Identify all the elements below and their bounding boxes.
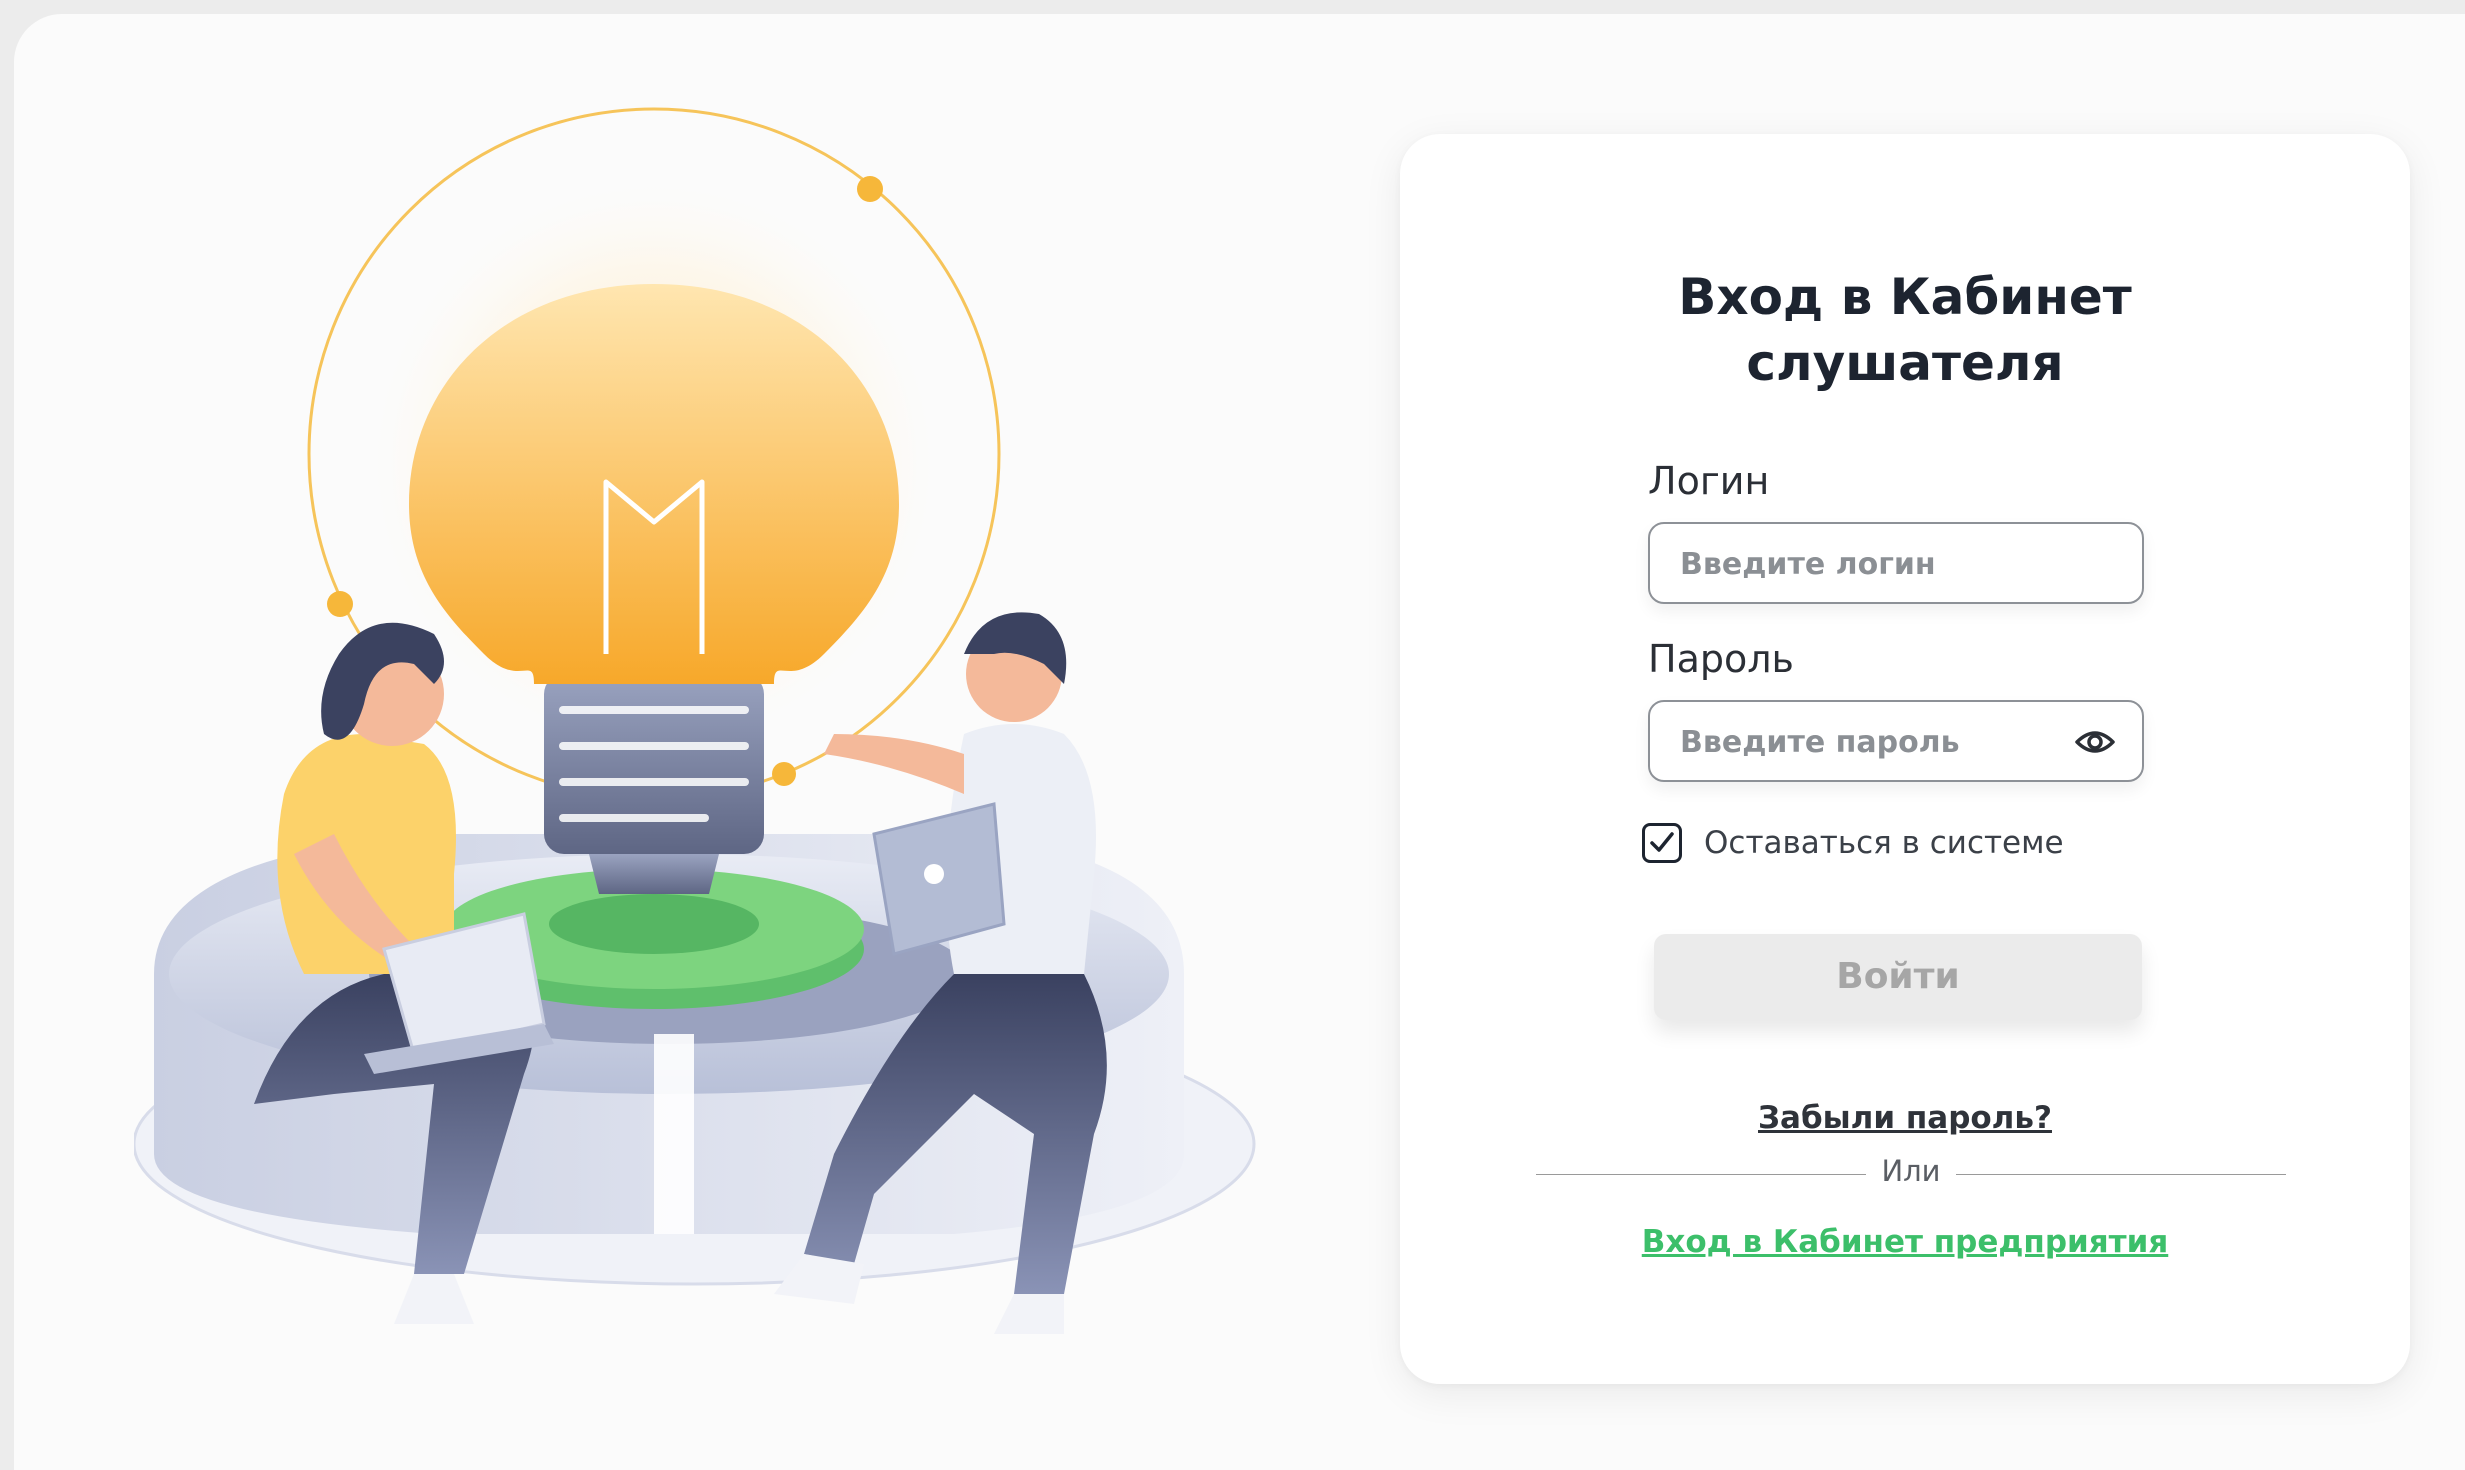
password-field[interactable] [1648, 700, 2144, 782]
divider-line-right [1956, 1174, 2286, 1175]
remember-label: Оставаться в системе [1704, 825, 2064, 861]
login-input[interactable] [1678, 524, 2062, 604]
divider-label: Или [1881, 1154, 1941, 1188]
lightbulb-teamwork-illustration [134, 94, 1294, 1394]
password-label: Пароль [1648, 637, 1794, 681]
checkmark-icon [1650, 832, 1674, 852]
login-page: Вход в Кабинет слушателя Логин Пароль Ос… [14, 14, 2465, 1470]
forgot-password-link[interactable]: Забыли пароль? [1400, 1100, 2410, 1136]
remember-me-toggle[interactable]: Оставаться в системе [1642, 818, 2064, 868]
login-title: Вход в Кабинет слушателя [1678, 268, 2132, 392]
login-label: Логин [1648, 459, 1770, 503]
eye-icon[interactable] [2074, 722, 2116, 762]
enterprise-login-link[interactable]: Вход в Кабинет предприятия [1400, 1224, 2410, 1260]
login-card: Вход в Кабинет слушателя Логин Пароль Ос… [1400, 134, 2410, 1384]
password-input[interactable] [1678, 702, 2062, 782]
login-field[interactable] [1648, 522, 2144, 604]
login-button[interactable]: Войти [1654, 934, 2142, 1020]
or-divider: Или [1536, 1154, 2286, 1194]
remember-checkbox[interactable] [1642, 823, 1682, 863]
